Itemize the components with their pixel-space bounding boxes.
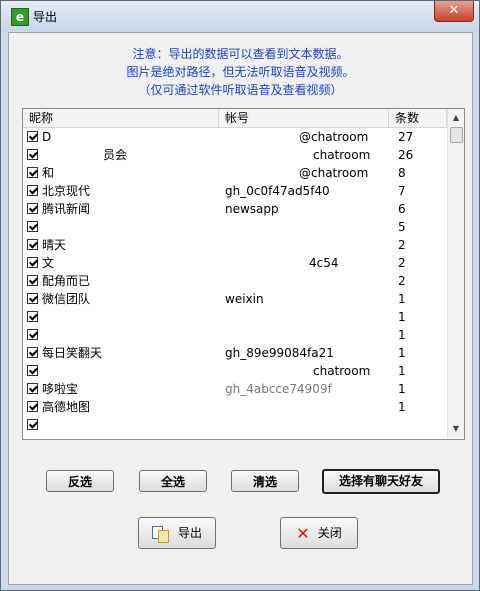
table-row[interactable]: 高德地图 1 <box>23 398 447 416</box>
table-row[interactable]: 员会 chatroom 26 <box>23 146 447 164</box>
row-count: 2 <box>398 274 406 288</box>
scroll-down-arrow-icon[interactable]: ▼ <box>449 422 463 436</box>
row-checkbox[interactable] <box>27 149 38 160</box>
row-account: newsapp <box>225 202 279 216</box>
column-header-account[interactable]: 帐号 <box>219 109 389 127</box>
export-button[interactable]: 导出 <box>138 517 216 549</box>
row-count: 26 <box>398 148 414 162</box>
row-checkbox[interactable] <box>27 275 38 286</box>
row-nickname: 高德地图 <box>42 400 91 414</box>
table-row[interactable]: 哆啦宝 gh_4abcce74909f 1 <box>23 380 447 398</box>
row-account: gh_4abcce74909f <box>225 382 332 396</box>
row-checkbox[interactable] <box>27 293 38 304</box>
contact-list[interactable]: 昵称 帐号 条数 D @chatroom 27 员会 chatroom 26 和 @chatr… <box>22 108 465 440</box>
row-checkbox[interactable] <box>27 239 38 250</box>
table-row[interactable]: 和 @chatroom 8 <box>23 164 447 182</box>
row-count: 27 <box>398 130 414 144</box>
row-nickname: D <box>42 130 52 144</box>
table-row[interactable]: chatroom 1 <box>23 362 447 380</box>
row-nickname: 每日笑翻天 <box>42 346 103 360</box>
row-count: 1 <box>398 310 406 324</box>
export-icon <box>151 525 170 543</box>
list-rows: D @chatroom 27 员会 chatroom 26 和 @chatroom 8 北京现代 g… <box>23 128 447 438</box>
row-nickname: 员会 <box>103 148 128 162</box>
row-checkbox[interactable] <box>27 383 38 394</box>
table-row[interactable]: 5 <box>23 218 447 236</box>
row-count: 1 <box>398 382 406 396</box>
notice-line-3: （仅可通过软件听取语音及查看视频） <box>138 83 343 97</box>
scroll-thumb[interactable] <box>450 127 463 143</box>
row-nickname: 配角而已 <box>42 274 91 288</box>
row-nickname: 文 <box>42 256 55 270</box>
row-count: 2 <box>398 256 406 270</box>
row-count: 1 <box>398 292 406 306</box>
row-nickname: 腾讯新闻 <box>42 202 91 216</box>
row-nickname: 和 <box>42 166 55 180</box>
table-row[interactable]: 配角而已 2 <box>23 272 447 290</box>
notice-line-1: 注意：导出的数据可以查看到文本数据。 <box>132 47 349 61</box>
row-count: 8 <box>398 166 406 180</box>
row-checkbox[interactable] <box>27 347 38 358</box>
list-header: 昵称 帐号 条数 <box>23 109 447 128</box>
row-count: 5 <box>398 220 406 234</box>
row-count: 6 <box>398 202 406 216</box>
row-count: 7 <box>398 184 406 198</box>
vertical-scrollbar[interactable]: ▲ ▼ <box>447 109 464 438</box>
window-title: 导出 <box>33 10 58 24</box>
table-row[interactable]: 晴天 2 <box>23 236 447 254</box>
table-row[interactable]: 1 <box>23 308 447 326</box>
row-checkbox[interactable] <box>27 131 38 142</box>
table-row[interactable]: 文 4c54 2 <box>23 254 447 272</box>
close-button[interactable]: ✕ 关闭 <box>280 517 358 549</box>
row-checkbox[interactable] <box>27 365 38 376</box>
title-bar[interactable]: e 导出 ✕ <box>1 1 479 31</box>
scroll-up-arrow-icon[interactable]: ▲ <box>449 111 463 125</box>
table-row[interactable]: 北京现代 gh_0c0f47ad5f40 7 <box>23 182 447 200</box>
window-close-button[interactable]: ✕ <box>434 1 474 22</box>
invert-selection-button[interactable]: 反选 <box>46 470 114 492</box>
notice-line-2: 图片是绝对路径，但无法听取语音及视频。 <box>126 65 355 79</box>
column-header-count[interactable]: 条数 <box>389 109 447 127</box>
close-button-label: 关闭 <box>317 526 342 540</box>
row-account: gh_0c0f47ad5f40 <box>225 184 330 198</box>
table-row[interactable]: 微信团队 weixin 1 <box>23 290 447 308</box>
row-checkbox[interactable] <box>27 419 38 430</box>
row-checkbox[interactable] <box>27 167 38 178</box>
row-count: 2 <box>398 238 406 252</box>
row-count: 1 <box>398 400 406 414</box>
table-row[interactable]: D @chatroom 27 <box>23 128 447 146</box>
table-row[interactable]: 腾讯新闻 newsapp 6 <box>23 200 447 218</box>
row-nickname: 微信团队 <box>42 292 91 306</box>
row-nickname: 晴天 <box>42 238 67 252</box>
row-count: 1 <box>398 346 406 360</box>
export-dialog: e 导出 ✕ 注意：导出的数据可以查看到文本数据。 图片是绝对路径，但无法听取语… <box>0 0 480 591</box>
row-count: 1 <box>398 328 406 342</box>
column-header-nick[interactable]: 昵称 <box>23 109 219 127</box>
table-row[interactable]: 每日笑翻天 gh_89e99084fa21 1 <box>23 344 447 362</box>
export-button-label: 导出 <box>177 526 202 540</box>
dialog-body: 注意：导出的数据可以查看到文本数据。 图片是绝对路径，但无法听取语音及视频。 （… <box>8 32 473 585</box>
row-count: 1 <box>398 364 406 378</box>
row-checkbox[interactable] <box>27 221 38 232</box>
row-nickname: 北京现代 <box>42 184 91 198</box>
table-row[interactable]: 1 <box>23 326 447 344</box>
table-row[interactable] <box>23 416 447 434</box>
notice-text: 注意：导出的数据可以查看到文本数据。 图片是绝对路径，但无法听取语音及视频。 （… <box>9 45 472 99</box>
select-all-button[interactable]: 全选 <box>139 470 207 492</box>
row-account: gh_89e99084fa21 <box>225 346 334 360</box>
clear-selection-button[interactable]: 清选 <box>231 470 299 492</box>
row-checkbox[interactable] <box>27 185 38 196</box>
close-x-icon: ✕ <box>296 523 310 543</box>
select-chat-friends-button[interactable]: 选择有聊天好友 <box>322 469 440 494</box>
row-checkbox[interactable] <box>27 329 38 340</box>
row-checkbox[interactable] <box>27 311 38 322</box>
row-account: weixin <box>225 292 264 306</box>
row-checkbox[interactable] <box>27 401 38 412</box>
row-nickname: 哆啦宝 <box>42 382 79 396</box>
row-checkbox[interactable] <box>27 203 38 214</box>
row-checkbox[interactable] <box>27 257 38 268</box>
app-icon: e <box>11 8 29 26</box>
